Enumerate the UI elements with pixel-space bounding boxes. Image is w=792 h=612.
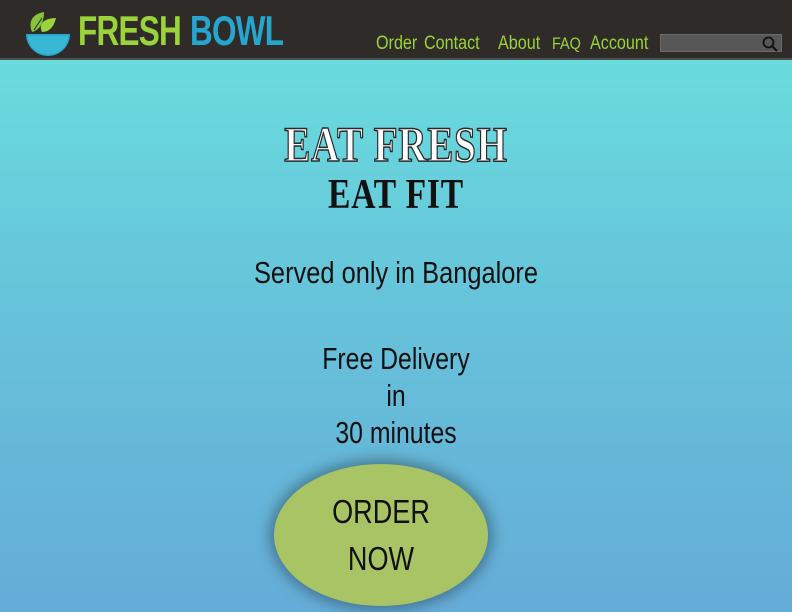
- nav-link-about[interactable]: About: [498, 32, 540, 56]
- brand-secondary-text: BOWL: [190, 7, 284, 54]
- brand-logo-text[interactable]: FRESH BOWL: [78, 7, 284, 54]
- order-now-line-2: NOW: [347, 540, 415, 577]
- delivery-line-1: Free Delivery: [322, 341, 470, 376]
- order-now-button[interactable]: ORDER NOW: [274, 464, 488, 606]
- delivery-line-3: 30 minutes: [335, 415, 457, 450]
- delivery-line-2: in: [386, 378, 406, 413]
- headline-eat-fit: EAT FIT: [328, 172, 464, 218]
- nav-link-contact[interactable]: Contact: [424, 32, 480, 56]
- top-navigation-bar: FRESH BOWL Order Contact About FAQ Accoun…: [0, 0, 792, 60]
- search-icon[interactable]: [761, 35, 779, 53]
- nav-link-order[interactable]: Order: [376, 32, 417, 56]
- nav-link-faq[interactable]: FAQ: [552, 32, 581, 56]
- page: FRESH BOWL Order Contact About FAQ Accoun…: [0, 0, 792, 612]
- delivery-info: Free Delivery in 30 minutes: [79, 340, 713, 451]
- brand-primary-text: FRESH: [78, 7, 182, 54]
- search-box: [660, 34, 782, 52]
- service-area-text: Served only in Bangalore: [253, 255, 539, 290]
- headline-eat-fresh: EAT FRESH: [284, 115, 508, 173]
- search-input[interactable]: [661, 35, 765, 51]
- leaf-bowl-icon[interactable]: [22, 10, 74, 58]
- nav-link-account[interactable]: Account: [590, 32, 648, 56]
- order-now-line-1: ORDER: [332, 493, 430, 530]
